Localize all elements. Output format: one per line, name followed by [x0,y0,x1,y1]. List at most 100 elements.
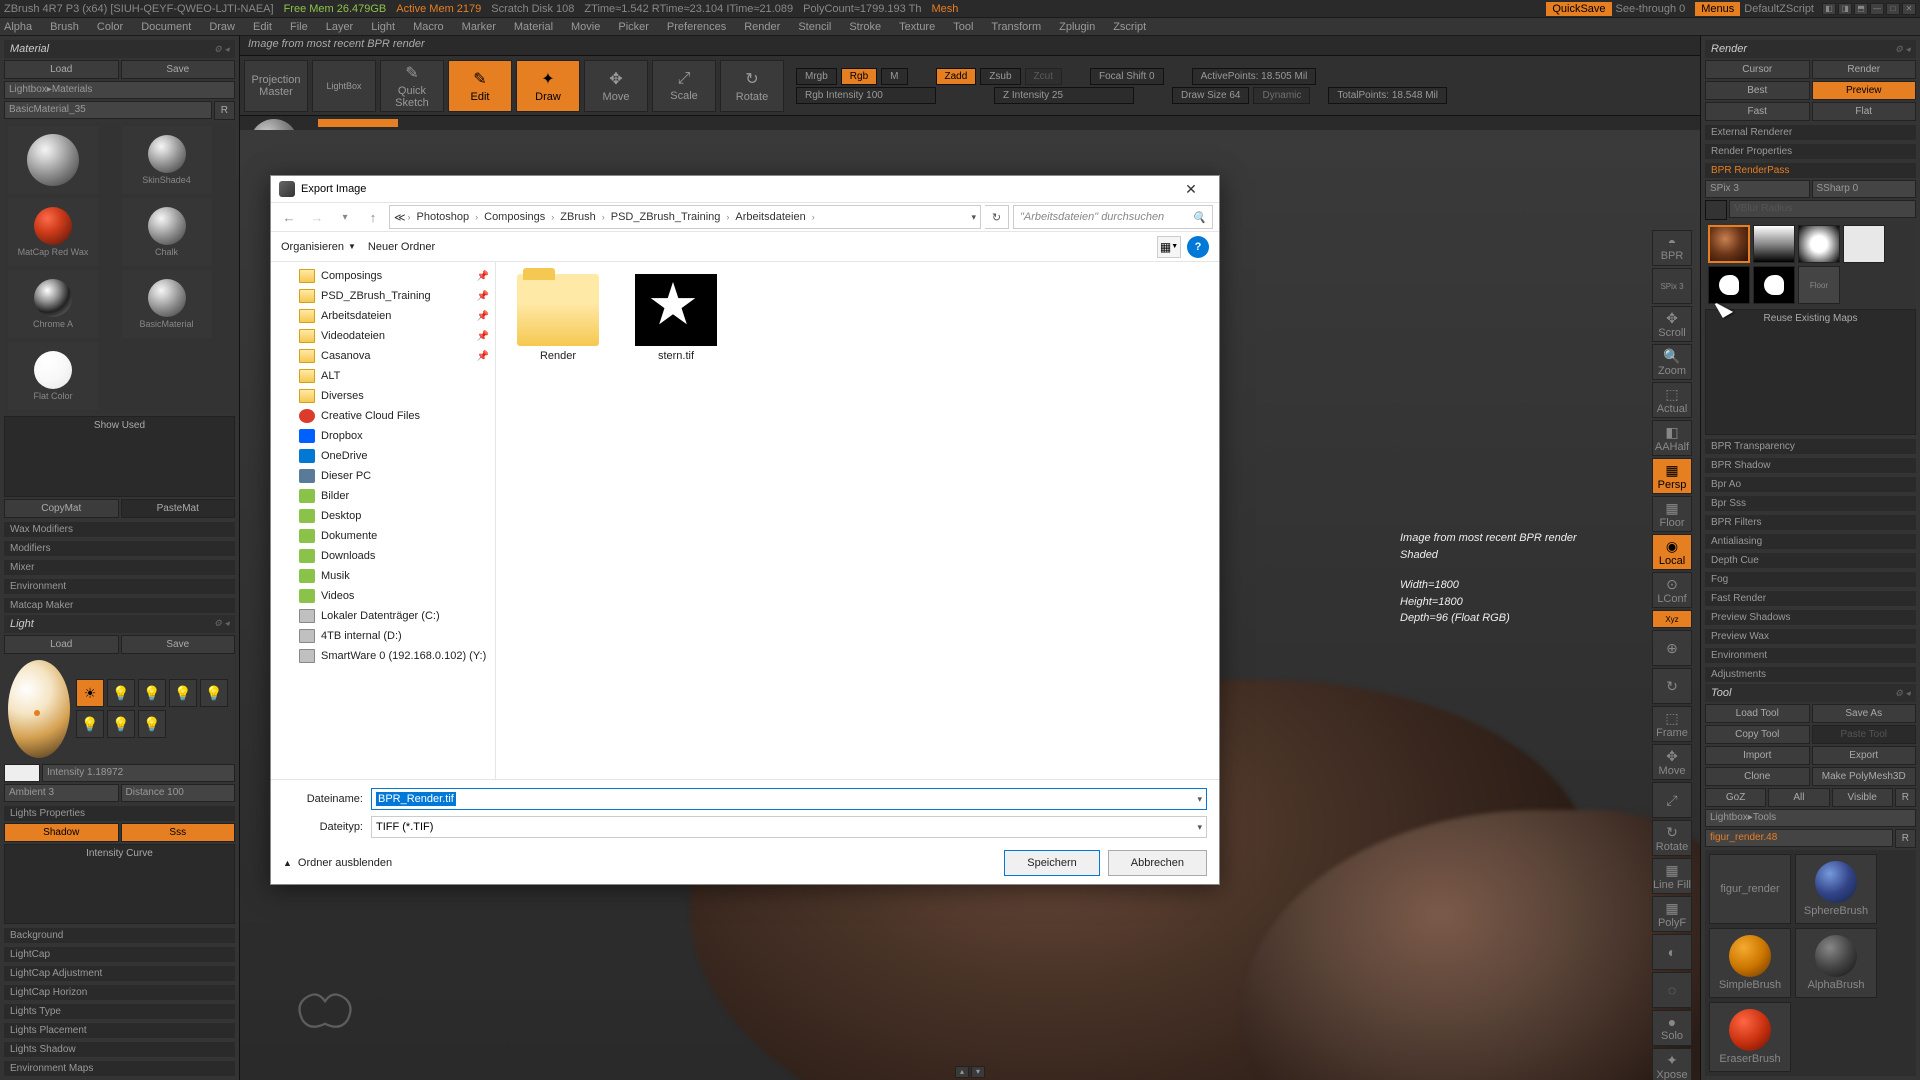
y-rot[interactable]: ↻ [1652,668,1692,704]
nav-up-icon[interactable]: ↑ [361,205,385,229]
menu-item[interactable]: Texture [899,21,935,33]
bpr-shadow[interactable]: BPR Shadow [1705,458,1916,473]
cancel-button[interactable]: Abbrechen [1108,850,1207,876]
mat-swatch[interactable]: SkinShade4 [122,126,212,194]
tree-node[interactable]: Videodateien📌 [271,326,495,346]
fog[interactable]: Fog [1705,572,1916,587]
breadcrumb[interactable]: ≪› Photoshop› Composings› ZBrush› PSD_ZB… [389,205,981,229]
best[interactable]: Best [1705,81,1810,100]
light-load[interactable]: Load [4,635,119,654]
tree-node[interactable]: 4TB internal (D:) [271,626,495,646]
pass-floor[interactable]: Floor [1798,266,1840,304]
flat[interactable]: Flat [1812,102,1917,121]
zcut[interactable]: Zcut [1025,68,1062,85]
light-header[interactable]: Light⚙ ◂ [4,615,235,633]
render-properties[interactable]: Render Properties [1705,144,1916,159]
tree-node[interactable]: OneDrive [271,446,495,466]
actual[interactable]: ⬚Actual [1652,382,1692,418]
projection-master[interactable]: Projection Master [244,60,308,112]
move-mode[interactable]: ✥Move [584,60,648,112]
material-save[interactable]: Save [121,60,236,79]
menu-item[interactable]: Transform [991,21,1041,33]
menu-item[interactable]: Stroke [849,21,881,33]
light-wheel[interactable] [8,660,70,758]
depth-cue[interactable]: Depth Cue [1705,553,1916,568]
make-polymesh[interactable]: Make PolyMesh3D [1812,767,1917,786]
tree-node[interactable]: ALT [271,366,495,386]
spix[interactable]: SPix 3 [1652,268,1692,304]
tree-node[interactable]: Dieser PC [271,466,495,486]
ssharp-slider[interactable]: SSharp 0 [1812,180,1917,198]
dialog-titlebar[interactable]: Export Image ✕ [271,176,1219,202]
filetype-select[interactable]: TIFF (*.TIF)▾ [371,816,1207,838]
preview-wax[interactable]: Preview Wax [1705,629,1916,644]
lightcap-adjust[interactable]: LightCap Adjustment [4,966,235,981]
lights-placement[interactable]: Lights Placement [4,1023,235,1038]
preview[interactable]: Preview [1812,81,1917,100]
mat-swatch[interactable]: BasicMaterial [122,270,212,338]
pass-sss[interactable] [1753,266,1795,304]
menu-item[interactable]: Zplugin [1059,21,1095,33]
tool-thumb[interactable]: AlphaBrush [1795,928,1877,998]
shelf-down-icon[interactable]: ▾ [971,1066,985,1078]
organize-dropdown[interactable]: Organisieren ▼ [281,241,356,253]
menu-item[interactable]: Material [514,21,553,33]
matcap-maker[interactable]: Matcap Maker [4,598,235,613]
lights-props[interactable]: Lights Properties [4,806,235,821]
light-intensity[interactable]: Intensity 1.18972 [42,764,235,782]
load-tool[interactable]: Load Tool [1705,704,1810,723]
light-save[interactable]: Save [121,635,236,654]
mat-swatch[interactable]: Flat Color [8,342,98,410]
light-color[interactable] [4,764,40,782]
light-slot[interactable]: 💡 [200,679,228,707]
render-adj[interactable]: Adjustments [1705,667,1916,682]
menu-item[interactable]: Layer [326,21,354,33]
menu-item[interactable]: Macro [413,21,444,33]
solo[interactable]: ●Solo [1652,1010,1692,1046]
vblur[interactable]: VBlur Radius [1729,200,1916,218]
folder-tree[interactable]: Composings📌PSD_ZBrush_Training📌Arbeitsda… [271,262,496,779]
paste-mat[interactable]: PasteMat [121,499,236,518]
file-list[interactable]: Renderstern.tif [496,262,1219,779]
copy-mat[interactable]: CopyMat [4,499,119,518]
center[interactable]: ⊕ [1652,630,1692,666]
tree-node[interactable]: Musik [271,566,495,586]
scale-mode[interactable]: ⤢Scale [652,60,716,112]
light-slot[interactable]: 💡 [169,679,197,707]
menu-item[interactable]: Stencil [798,21,831,33]
file-item[interactable]: Render [508,274,608,362]
rotate-mode[interactable]: ↻Rotate [720,60,784,112]
close-button[interactable]: ✕ [1902,3,1916,15]
edit-mode[interactable]: ✎Edit [448,60,512,112]
menu-item[interactable]: Movie [571,21,600,33]
light-slot[interactable]: 💡 [138,679,166,707]
maximize-button[interactable]: □ [1886,3,1900,15]
cursor-btn[interactable]: Cursor [1705,60,1810,79]
draw-size[interactable]: Draw Size 64 [1172,87,1249,104]
nav-recent-icon[interactable]: ▾ [333,205,357,229]
tree-node[interactable]: Diverses [271,386,495,406]
show-used[interactable]: Show Used [4,416,235,497]
linefill[interactable]: ▦Line Fill [1652,858,1692,894]
background[interactable]: Background [4,928,235,943]
material-header[interactable]: Material⚙ ◂ [4,40,235,58]
transp[interactable]: ◐ [1652,934,1692,970]
polyf[interactable]: ▦PolyF [1652,896,1692,932]
light-slot[interactable]: 💡 [107,710,135,738]
menu-item[interactable]: Alpha [4,21,32,33]
lightcap[interactable]: LightCap [4,947,235,962]
ghost[interactable]: ◌ [1652,972,1692,1008]
z-intensity[interactable]: Z Intensity 25 [994,87,1134,104]
save-button[interactable]: Speichern [1004,850,1100,876]
tool-thumb[interactable]: SimpleBrush [1709,928,1791,998]
light-slot[interactable]: 💡 [138,710,166,738]
tree-node[interactable]: SmartWare 0 (192.168.0.102) (Y:) [271,646,495,666]
scale-3d[interactable]: ⤢ [1652,782,1692,818]
material-r-button[interactable]: R [214,101,235,120]
minimize-button[interactable]: — [1870,3,1884,15]
environment[interactable]: Environment [4,579,235,594]
wax-modifiers[interactable]: Wax Modifiers [4,522,235,537]
tree-node[interactable]: Casanova📌 [271,346,495,366]
intensity-curve[interactable]: Intensity Curve [4,844,235,925]
light-distance[interactable]: Distance 100 [121,784,236,802]
